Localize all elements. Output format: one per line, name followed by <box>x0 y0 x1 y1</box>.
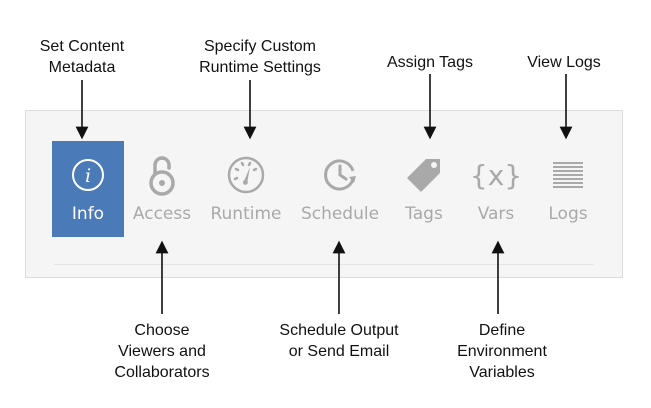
callout-arrows <box>75 74 573 314</box>
